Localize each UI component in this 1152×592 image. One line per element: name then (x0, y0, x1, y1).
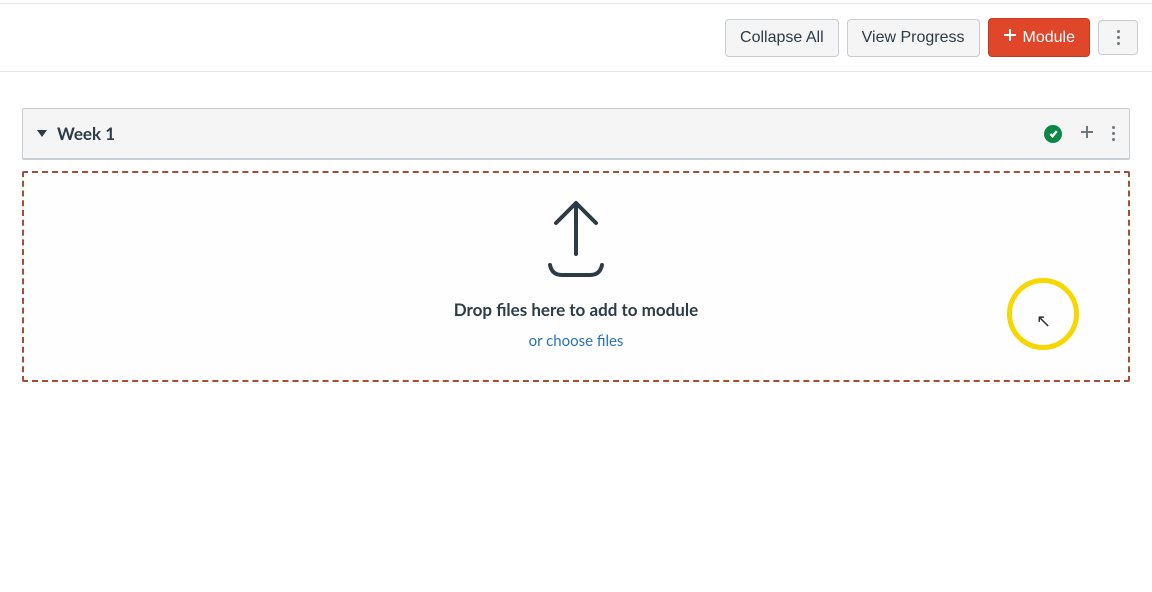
content-area: Week 1 Drop (0, 72, 1152, 382)
toolbar: Collapse All View Progress Module (0, 4, 1152, 72)
choose-files-link[interactable]: or choose files (529, 332, 624, 350)
add-module-button[interactable]: Module (988, 18, 1090, 57)
dropzone-wrap: Drop files here to add to module or choo… (22, 171, 1130, 382)
view-progress-button[interactable]: View Progress (847, 19, 980, 57)
module-actions (1044, 124, 1115, 143)
kebab-icon (1112, 126, 1115, 141)
caret-down-icon (37, 130, 47, 137)
kebab-icon (1117, 30, 1120, 45)
collapse-all-button[interactable]: Collapse All (725, 19, 839, 57)
upload-icon (546, 199, 606, 277)
module-title: Week 1 (57, 123, 1044, 144)
toolbar-more-button[interactable] (1098, 20, 1138, 55)
published-icon[interactable] (1044, 125, 1062, 143)
plus-icon (1003, 28, 1017, 47)
collapse-all-label: Collapse All (740, 29, 824, 47)
module-week-1: Week 1 (22, 108, 1130, 160)
add-module-label: Module (1023, 29, 1075, 47)
module-more-button[interactable] (1112, 126, 1115, 141)
dropzone-title: Drop files here to add to module (454, 299, 698, 320)
module-add-item-button[interactable] (1080, 124, 1094, 143)
view-progress-label: View Progress (862, 29, 965, 47)
file-dropzone[interactable]: Drop files here to add to module or choo… (22, 171, 1130, 382)
module-header[interactable]: Week 1 (23, 109, 1129, 159)
